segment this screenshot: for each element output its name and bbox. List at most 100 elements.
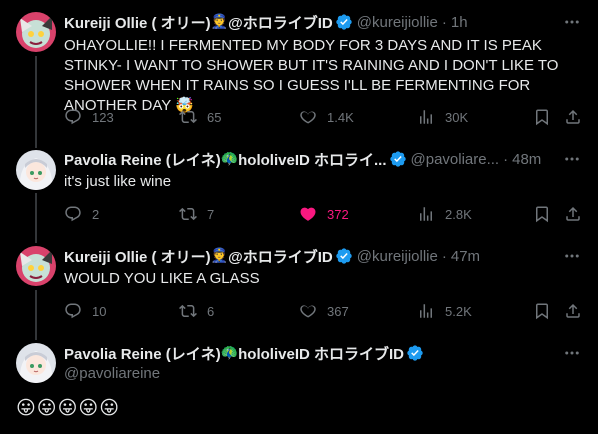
more-icon bbox=[565, 351, 579, 355]
display-name[interactable]: Pavolia Reine (レイネ) bbox=[64, 343, 221, 364]
retweet-button[interactable]: 6 bbox=[179, 302, 214, 320]
more-button[interactable] bbox=[562, 12, 582, 32]
views-count: 2.8K bbox=[445, 206, 472, 222]
like-button[interactable]: 372 bbox=[299, 205, 349, 223]
retweet-icon bbox=[179, 207, 197, 221]
display-name[interactable]: Pavolia Reine (レイネ) bbox=[64, 149, 221, 170]
views-icon bbox=[420, 304, 432, 318]
like-button[interactable]: 1.4K bbox=[299, 108, 354, 126]
share-icon bbox=[566, 109, 580, 124]
thread-line bbox=[35, 290, 37, 340]
retweet-icon bbox=[179, 304, 197, 318]
views-button[interactable]: 5.2K bbox=[417, 302, 472, 320]
views-count: 30K bbox=[445, 109, 469, 125]
retweet-button[interactable]: 65 bbox=[179, 108, 221, 126]
reply-button[interactable]: 123 bbox=[64, 108, 114, 126]
retweet-count: 7 bbox=[207, 206, 215, 222]
handle[interactable]: @pavoliare... bbox=[411, 151, 500, 168]
bookmark-icon bbox=[536, 109, 548, 126]
display-name-suffix[interactable]: @ホロライブID bbox=[228, 12, 333, 33]
share-icon bbox=[566, 303, 580, 318]
views-icon bbox=[420, 207, 432, 221]
like-filled-icon bbox=[300, 207, 316, 221]
bookmark-icon bbox=[536, 206, 548, 223]
officer-emoji-icon: 👮 bbox=[210, 248, 229, 264]
action-bar: 10 6 367 5.2K bbox=[64, 301, 582, 321]
display-name-suffix[interactable]: @ホロライブID bbox=[228, 246, 333, 267]
tweet-text: WOULD YOU LIKE A GLASS bbox=[64, 270, 260, 287]
views-button[interactable]: 30K bbox=[417, 108, 468, 126]
display-name-suffix[interactable]: hololiveID ホロライブID bbox=[238, 343, 404, 364]
action-bar: 123 65 1.4K 30K bbox=[64, 107, 582, 127]
views-count: 5.2K bbox=[445, 303, 472, 319]
timestamp[interactable]: 1h bbox=[451, 14, 468, 31]
handle[interactable]: @pavoliareine bbox=[64, 365, 160, 382]
bookmark-button[interactable] bbox=[533, 108, 551, 126]
tweet-header: Pavolia Reine (レイネ) 🦚 hololiveID ホロライブID bbox=[64, 343, 582, 363]
reply-button[interactable]: 2 bbox=[64, 205, 99, 223]
handle[interactable]: @kureijiollie bbox=[357, 14, 438, 31]
reply-icon bbox=[65, 109, 81, 125]
tweet-header: Kureiji Ollie ( オリー) 👮 @ホロライブID @kureiji… bbox=[64, 12, 582, 32]
like-button[interactable]: 367 bbox=[299, 302, 349, 320]
share-button[interactable] bbox=[564, 205, 582, 223]
more-button[interactable] bbox=[562, 246, 582, 266]
like-count: 367 bbox=[327, 303, 349, 319]
tweet-header: Kureiji Ollie ( オリー) 👮 @ホロライブID @kureiji… bbox=[64, 246, 582, 266]
reply-icon bbox=[65, 206, 81, 222]
separator-dot: · bbox=[441, 247, 447, 265]
avatar-reine[interactable] bbox=[16, 343, 56, 383]
retweet-count: 6 bbox=[207, 303, 215, 319]
bookmark-button[interactable] bbox=[533, 205, 551, 223]
more-icon bbox=[565, 157, 579, 161]
more-icon bbox=[565, 20, 579, 24]
verified-icon bbox=[336, 248, 352, 264]
reply-icon bbox=[65, 303, 81, 319]
tweet-text: it's just like wine bbox=[64, 173, 172, 190]
tweet-text: 😛😛😛😛😛 bbox=[16, 398, 121, 419]
like-icon bbox=[300, 111, 316, 124]
thread-line bbox=[35, 193, 37, 243]
verified-icon bbox=[389, 151, 406, 167]
reply-button[interactable]: 10 bbox=[64, 302, 106, 320]
peacock-icon: 🦚 bbox=[220, 151, 239, 167]
retweet-icon bbox=[179, 110, 197, 124]
avatar-reine[interactable] bbox=[16, 150, 56, 190]
bookmark-icon bbox=[536, 303, 548, 320]
reply-count: 10 bbox=[92, 303, 107, 319]
display-name[interactable]: Kureiji Ollie ( オリー) bbox=[64, 12, 211, 33]
more-button[interactable] bbox=[562, 149, 582, 169]
handle-row: @pavoliareine bbox=[64, 363, 582, 383]
action-bar: 2 7 372 2.8K bbox=[64, 204, 582, 224]
thread-line bbox=[35, 56, 37, 148]
more-icon bbox=[565, 254, 579, 258]
views-icon bbox=[420, 110, 432, 124]
share-button[interactable] bbox=[564, 302, 582, 320]
retweet-button[interactable]: 7 bbox=[179, 205, 214, 223]
officer-emoji-icon: 👮 bbox=[210, 14, 229, 30]
display-name[interactable]: Kureiji Ollie ( オリー) bbox=[64, 246, 211, 267]
avatar-ollie[interactable] bbox=[16, 12, 56, 52]
display-name-suffix[interactable]: hololiveID ホロライ... bbox=[238, 149, 386, 170]
like-icon bbox=[300, 305, 316, 318]
peacock-icon: 🦚 bbox=[220, 345, 239, 361]
views-button[interactable]: 2.8K bbox=[417, 205, 472, 223]
like-count: 372 bbox=[327, 206, 349, 222]
verified-icon bbox=[407, 345, 423, 361]
retweet-count: 65 bbox=[207, 109, 222, 125]
verified-icon bbox=[336, 14, 352, 30]
timestamp[interactable]: 48m bbox=[512, 151, 541, 168]
avatar-ollie[interactable] bbox=[16, 246, 56, 286]
share-button[interactable] bbox=[564, 108, 582, 126]
more-button[interactable] bbox=[562, 343, 582, 363]
reply-count: 123 bbox=[92, 109, 114, 125]
handle[interactable]: @kureijiollie bbox=[357, 248, 438, 265]
share-icon bbox=[566, 206, 580, 221]
tweet-text: OHAYOLLIE!! I FERMENTED MY BODY FOR 3 DA… bbox=[64, 37, 559, 114]
timestamp[interactable]: 47m bbox=[451, 248, 480, 265]
separator-dot: · bbox=[503, 150, 509, 168]
bookmark-button[interactable] bbox=[533, 302, 551, 320]
like-count: 1.4K bbox=[327, 109, 354, 125]
separator-dot: · bbox=[441, 13, 447, 31]
tweet-thread: Kureiji Ollie ( オリー) 👮 @ホロライブID @kureiji… bbox=[0, 0, 598, 434]
